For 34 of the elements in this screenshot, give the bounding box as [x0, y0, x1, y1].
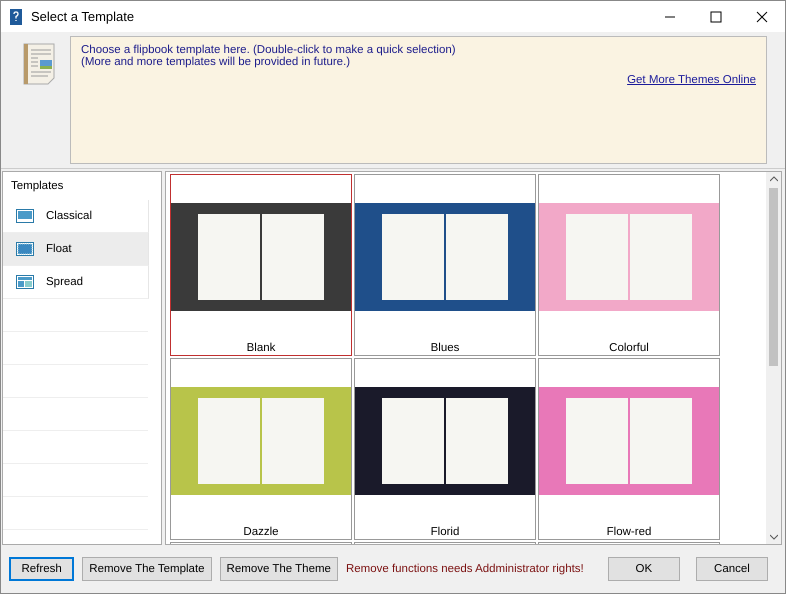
sidebar-item[interactable]: Spread	[3, 266, 149, 299]
template-name: Florid	[430, 526, 460, 538]
template-name: Colorful	[609, 342, 649, 354]
maximize-icon[interactable]	[710, 10, 722, 22]
info-text: Choose a flipbook template here. (Double-click to make a quick selection)	[81, 44, 457, 56]
layout-icon	[16, 209, 34, 223]
template-name: Blank	[246, 342, 276, 354]
app-icon	[9, 8, 23, 26]
layout-icon	[16, 242, 34, 256]
layout-icon	[16, 275, 34, 289]
remove-theme-button[interactable]: Remove The Theme	[220, 557, 338, 581]
remove-template-button[interactable]: Remove The Template	[82, 557, 212, 581]
ok-button[interactable]: OK	[608, 557, 680, 581]
template-card[interactable]: Blues	[354, 174, 536, 356]
scrollbar[interactable]	[766, 172, 781, 544]
info-text: (More and more templates will be provided in future.)	[81, 56, 352, 68]
template-name: Dazzle	[243, 526, 279, 538]
template-card[interactable]: Dazzle	[170, 358, 352, 540]
warning-text: Remove functions needs Addministrator rights!	[346, 563, 584, 575]
template-card[interactable]: Blank	[170, 174, 352, 356]
get-themes-link[interactable]: Get More Themes Online	[627, 74, 756, 86]
cancel-button[interactable]: Cancel	[696, 557, 768, 581]
scroll-up-icon[interactable]	[770, 176, 778, 182]
window-title: Select a Template	[31, 9, 134, 24]
template-card[interactable]: Flow-red	[538, 358, 720, 540]
template-name: Blues	[430, 342, 460, 354]
template-card[interactable]: Colorful	[538, 174, 720, 356]
sidebar-item[interactable]: Float	[3, 233, 149, 266]
template-name: Flow-red	[606, 526, 652, 538]
refresh-button[interactable]: Refresh	[9, 557, 74, 581]
close-icon[interactable]	[756, 10, 768, 22]
scroll-down-icon[interactable]	[770, 534, 778, 540]
template-card[interactable]: Florid	[354, 358, 536, 540]
sidebar-heading: Templates	[10, 179, 64, 194]
